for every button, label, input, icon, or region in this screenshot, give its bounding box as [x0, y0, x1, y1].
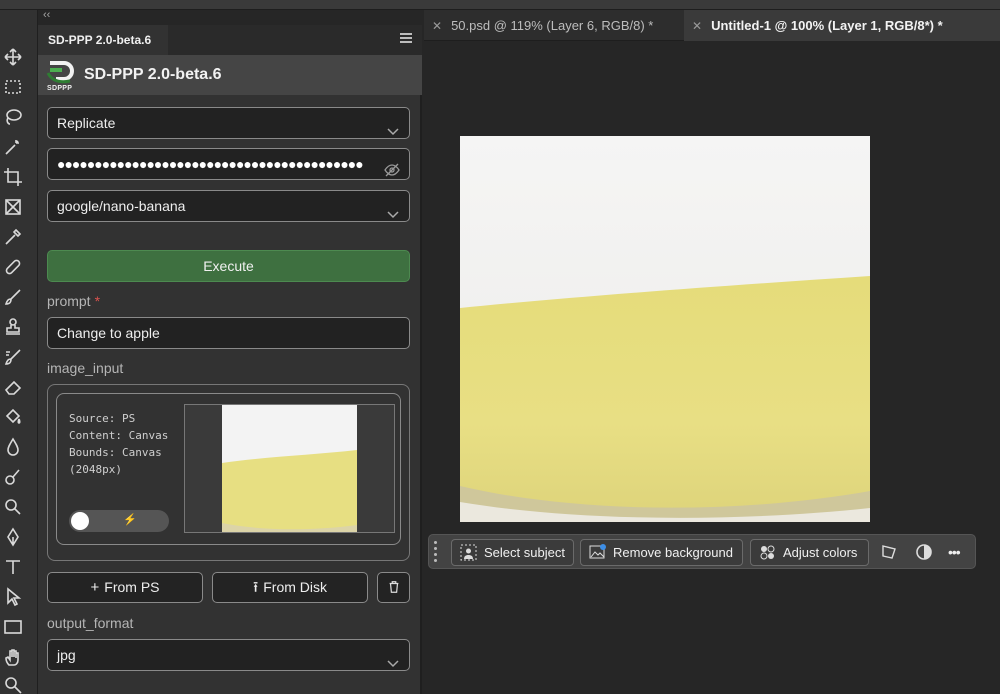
chevron-down-icon [387, 649, 399, 668]
contrast-icon[interactable] [915, 543, 933, 561]
output-format-label: output_format [47, 615, 134, 631]
execute-button[interactable]: Execute [47, 250, 410, 282]
chevron-down-icon [387, 117, 399, 136]
banana-thumbnail-image [222, 405, 357, 532]
panel-tab[interactable]: SD-PPP 2.0-beta.6 [38, 25, 168, 55]
zoom-icon[interactable] [0, 672, 26, 694]
paint-bucket-icon[interactable] [0, 404, 26, 430]
remove-background-icon [589, 544, 606, 559]
more-options-icon[interactable]: ••• [948, 544, 972, 562]
model-value: google/nano-banana [57, 198, 186, 214]
chevron-down-icon [387, 200, 399, 219]
upload-icon: ⭱ [252, 579, 259, 596]
panel-title: SD-PPP 2.0-beta.6 [84, 66, 222, 83]
delete-button[interactable] [377, 572, 410, 603]
lasso-icon[interactable] [0, 104, 26, 130]
document-tab-active[interactable]: ✕ Untitled-1 @ 100% (Layer 1, RGB/8*) * [684, 10, 1000, 41]
eyedropper-icon[interactable] [0, 224, 26, 250]
path-select-icon[interactable] [0, 584, 26, 610]
marquee-icon[interactable] [0, 74, 26, 100]
select-subject-icon [460, 544, 477, 561]
type-icon[interactable] [0, 554, 26, 580]
close-icon[interactable]: ✕ [692, 19, 702, 33]
prompt-input[interactable]: Change to apple [47, 317, 410, 349]
eraser-icon[interactable] [0, 374, 26, 400]
image-input-card: Source: PS Content: Canvas Bounds: Canva… [56, 393, 401, 545]
image-input-group: Source: PS Content: Canvas Bounds: Canva… [47, 384, 410, 561]
api-key-field[interactable]: ●●●●●●●●●●●●●●●●●●●●●●●●●●●●●●●●●●●●●●●●… [47, 148, 410, 180]
required-mark: * [94, 293, 101, 309]
api-key-value: ●●●●●●●●●●●●●●●●●●●●●●●●●●●●●●●●●●●●●●●●… [57, 156, 364, 172]
hand-icon[interactable] [0, 644, 26, 670]
stamp-icon[interactable] [0, 314, 26, 340]
collapse-panels-button[interactable]: ‹‹ [43, 9, 50, 21]
image-input-label: image_input [47, 360, 124, 376]
magic-wand-icon[interactable] [0, 134, 26, 160]
close-icon[interactable]: ✕ [432, 19, 442, 33]
prompt-label: prompt * [47, 293, 101, 309]
provider-value: Replicate [57, 115, 116, 131]
panel-header: SDPPP SD-PPP 2.0-beta.6 [38, 55, 422, 95]
history-brush-icon[interactable] [0, 344, 26, 370]
trash-icon [389, 581, 398, 593]
document-tab[interactable]: ✕ 50.psd @ 119% (Layer 6, RGB/8) * [424, 10, 682, 41]
photoshop-window: ‹‹ SD-PPP 2.0-beta.6 SDPPP SD-PPP 2.0-be… [0, 0, 1000, 694]
output-format-select[interactable]: jpg [47, 639, 410, 671]
lightning-icon: ⚡ [123, 514, 137, 526]
options-bar [0, 0, 1000, 10]
select-subject-button[interactable]: Select subject [451, 539, 574, 566]
transform-icon[interactable] [880, 543, 898, 561]
from-disk-button[interactable]: ⭱ From Disk [212, 572, 368, 603]
healing-brush-icon[interactable] [0, 254, 26, 280]
drag-handle-icon[interactable] [434, 541, 438, 563]
blur-icon[interactable] [0, 434, 26, 460]
sdppp-panel: SD-PPP 2.0-beta.6 SDPPP SD-PPP 2.0-beta.… [38, 25, 422, 694]
tools-panel [0, 10, 38, 694]
document-tab-bar: ✕ 50.psd @ 119% (Layer 6, RGB/8) * ✕ Untit… [424, 10, 1000, 41]
model-select[interactable]: google/nano-banana [47, 190, 410, 222]
smudge-icon[interactable] [0, 464, 26, 490]
brush-icon[interactable] [0, 284, 26, 310]
provider-select[interactable]: Replicate [47, 107, 410, 139]
logo-text: SDPPP [47, 85, 73, 92]
output-format-value: jpg [57, 647, 76, 663]
image-source-info: Source: PS Content: Canvas Bounds: Canva… [69, 412, 169, 476]
panel-tab-bar: SD-PPP 2.0-beta.6 [38, 25, 422, 55]
eye-off-icon[interactable] [384, 157, 400, 177]
plus-icon: + [90, 579, 100, 596]
pen-icon[interactable] [0, 524, 26, 550]
auto-update-toggle[interactable]: ⚡ [69, 510, 169, 532]
prompt-value: Change to apple [57, 325, 160, 341]
remove-background-button[interactable]: Remove background [580, 539, 743, 566]
dodge-icon[interactable] [0, 494, 26, 520]
from-ps-button[interactable]: + From PS [47, 572, 203, 603]
adjust-colors-icon [760, 545, 775, 560]
banana-image [460, 136, 870, 522]
panel-menu-icon[interactable] [400, 33, 412, 45]
move-icon[interactable] [0, 44, 26, 70]
rectangle-icon[interactable] [0, 614, 26, 640]
image-thumbnail[interactable] [184, 404, 395, 533]
frame-icon[interactable] [0, 194, 26, 220]
crop-icon[interactable] [0, 164, 26, 190]
contextual-taskbar: Select subject Remove background Adjust … [428, 534, 976, 569]
toggle-knob [71, 512, 89, 530]
document-canvas[interactable] [460, 136, 870, 522]
adjust-colors-button[interactable]: Adjust colors [750, 539, 869, 566]
